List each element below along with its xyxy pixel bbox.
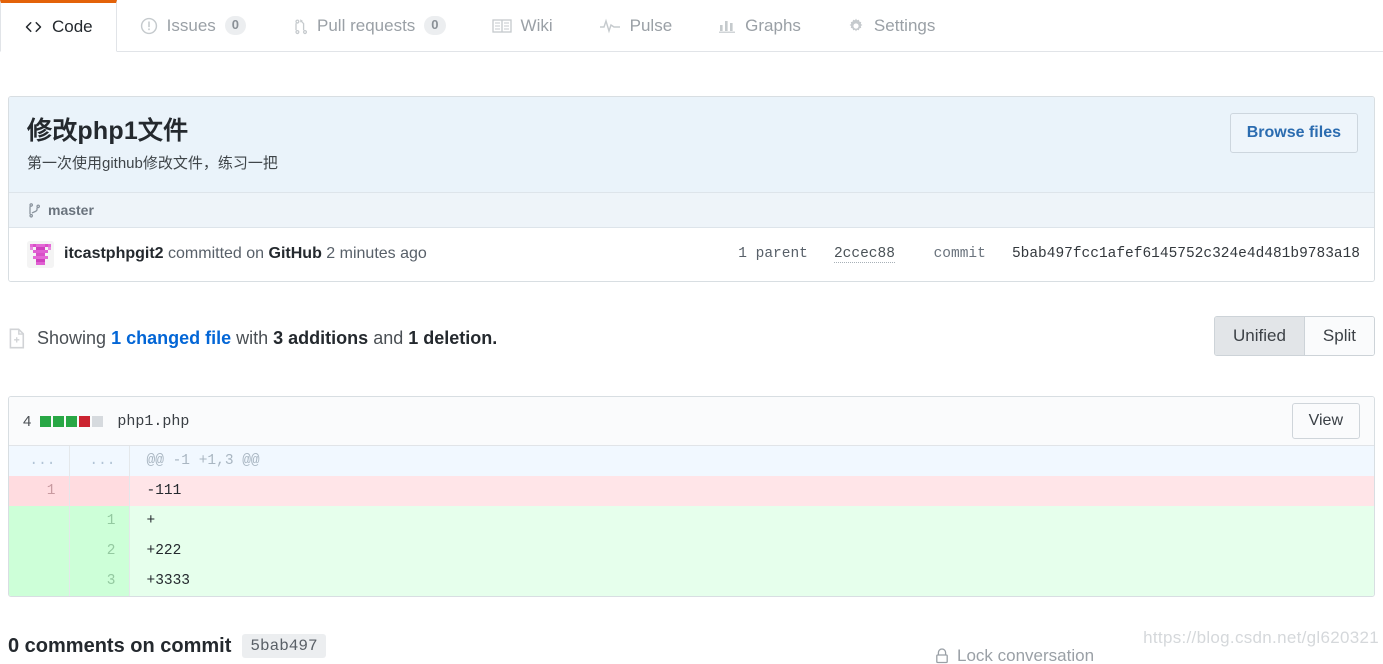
tab-wiki[interactable]: Wiki — [469, 0, 576, 51]
diffstat-blocks — [40, 415, 104, 427]
pulse-icon — [599, 18, 621, 34]
commit-author-row: itcastphpgit2 committed on GitHub 2 minu… — [9, 227, 1374, 281]
graph-icon — [718, 18, 736, 34]
diff-table: ... ... @@ -1 +1,3 @@ 1 -111 1 + 2 +222 … — [9, 446, 1374, 596]
lock-conversation-label: Lock conversation — [957, 648, 1095, 664]
diffstat-block-empty-1 — [92, 415, 104, 427]
commit-platform: GitHub — [268, 245, 322, 262]
tab-issues[interactable]: Issues 0 — [117, 0, 269, 51]
diff-new-line: ... — [69, 446, 130, 476]
diff-code: +3333 — [129, 566, 1374, 596]
diff-row-addition: 3 +3333 — [9, 566, 1374, 596]
period: . — [492, 328, 498, 348]
diff-row-hunk: ... ... @@ -1 +1,3 @@ — [9, 446, 1374, 476]
diff-old-line — [9, 506, 70, 536]
diff-old-line — [9, 536, 70, 566]
comments-heading: 0 comments on commit — [8, 634, 232, 657]
branch-row: master — [9, 192, 1374, 228]
diff-row-deletion: 1 -111 — [9, 476, 1374, 506]
comments-sha-badge: 5bab497 — [242, 634, 326, 658]
diff-new-line: 2 — [69, 536, 130, 566]
diff-summary-row: Showing 1 changed file with 3 additions … — [8, 316, 1375, 356]
avatar[interactable] — [27, 240, 54, 268]
and-label: and — [373, 328, 404, 348]
lock-icon — [935, 648, 949, 664]
browse-files-button[interactable]: Browse files — [1229, 113, 1358, 153]
deletions-count: 1 deletion — [408, 328, 493, 348]
tab-settings[interactable]: Settings — [824, 0, 958, 51]
diff-old-line: ... — [9, 446, 70, 476]
tab-issues-label: Issues — [166, 15, 216, 35]
commit-description: 第一次使用github修改文件，练习一把 — [27, 155, 278, 172]
book-icon — [491, 18, 512, 34]
diffstat-block-del-1 — [79, 415, 91, 427]
page-root: Code Issues 0 Pull requests 0 Wiki Pulse… — [0, 0, 1383, 664]
diff-code: + — [129, 506, 1374, 536]
git-pull-request-icon — [292, 17, 308, 35]
split-view-button[interactable]: Split — [1304, 317, 1374, 355]
diff-old-line: 1 — [9, 476, 70, 506]
tab-wiki-label: Wiki — [520, 15, 553, 35]
tab-pulse-label: Pulse — [629, 15, 673, 35]
diffstat-block-add-1 — [40, 415, 52, 427]
showing-label: Showing — [37, 328, 107, 348]
diff-new-line: 1 — [69, 506, 130, 536]
tab-pull-requests[interactable]: Pull requests 0 — [269, 0, 469, 51]
commit-sha-label: commit — [933, 246, 986, 262]
lock-conversation-action[interactable]: Lock conversation — [935, 648, 1094, 664]
parent-sha-link[interactable]: 2ccec88 — [833, 246, 895, 263]
issue-opened-icon — [140, 17, 158, 35]
diff-code: @@ -1 +1,3 @@ — [129, 446, 1374, 476]
diffstat-block-add-3 — [66, 415, 78, 427]
diff-code: -111 — [129, 476, 1374, 506]
file-name[interactable]: php1.php — [117, 413, 189, 430]
tab-graphs[interactable]: Graphs — [695, 0, 824, 51]
diff-new-line: 3 — [69, 566, 130, 596]
parent-label: 1 parent — [738, 246, 808, 262]
changed-files-link[interactable]: 1 changed file — [111, 328, 231, 349]
unified-view-button[interactable]: Unified — [1215, 317, 1305, 355]
commit-sha-value[interactable]: 5bab497fcc1afef6145752c324e4d481b9783a18 — [1012, 246, 1360, 262]
comments-heading-row: 0 comments on commit 5bab497 — [8, 634, 326, 658]
tab-pulse[interactable]: Pulse — [576, 0, 696, 51]
tab-code-label: Code — [52, 17, 93, 36]
pull-requests-count: 0 — [424, 16, 446, 35]
committed-text: committed on — [168, 245, 265, 262]
watermark: https://blog.csdn.net/gl620321 — [1143, 628, 1379, 647]
commit-time-ago: 2 minutes ago — [326, 245, 427, 262]
diff-code: +222 — [129, 536, 1374, 566]
commit-sha-area: 1 parent 2ccec88 commit 5bab497fcc1afef6… — [738, 246, 1360, 263]
commit-sha-full: commit 5bab497fcc1afef6145752c324e4d481b… — [934, 246, 1360, 262]
commit-panel: 修改php1文件 第一次使用github修改文件，练习一把 Browse fil… — [8, 96, 1375, 282]
commit-header: 修改php1文件 第一次使用github修改文件，练习一把 Browse fil… — [9, 97, 1374, 193]
file-diff-header: 4 php1.php View — [9, 397, 1374, 446]
tab-pull-requests-label: Pull requests — [317, 15, 416, 35]
diff-row-addition: 1 + — [9, 506, 1374, 536]
branch-name[interactable]: master — [48, 202, 94, 218]
file-changes-count: 4 — [23, 412, 32, 430]
diff-row-addition: 2 +222 — [9, 536, 1374, 566]
view-file-button[interactable]: View — [1291, 403, 1360, 439]
file-diff-panel: 4 php1.php View ... ... @@ -1 +1,3 @@ 1 — [8, 396, 1375, 597]
diffstat-block-add-2 — [53, 415, 65, 427]
diff-file-icon — [8, 328, 27, 349]
issues-count: 0 — [224, 16, 247, 35]
tab-settings-label: Settings — [873, 15, 936, 35]
commit-title: 修改php1文件 — [27, 117, 189, 145]
repository-nav: Code Issues 0 Pull requests 0 Wiki Pulse… — [0, 0, 1383, 52]
tab-code[interactable]: Code — [0, 0, 117, 52]
with-label: with — [236, 328, 269, 348]
code-icon — [24, 19, 43, 35]
gear-icon — [847, 17, 865, 35]
diff-new-line — [69, 476, 130, 506]
git-branch-icon — [27, 202, 40, 218]
tab-graphs-label: Graphs — [745, 15, 801, 35]
diff-old-line — [9, 566, 70, 596]
diff-view-toggle: Unified Split — [1214, 316, 1375, 356]
commit-author-name[interactable]: itcastphpgit2 — [64, 245, 164, 263]
additions-count: 3 additions — [273, 328, 369, 348]
